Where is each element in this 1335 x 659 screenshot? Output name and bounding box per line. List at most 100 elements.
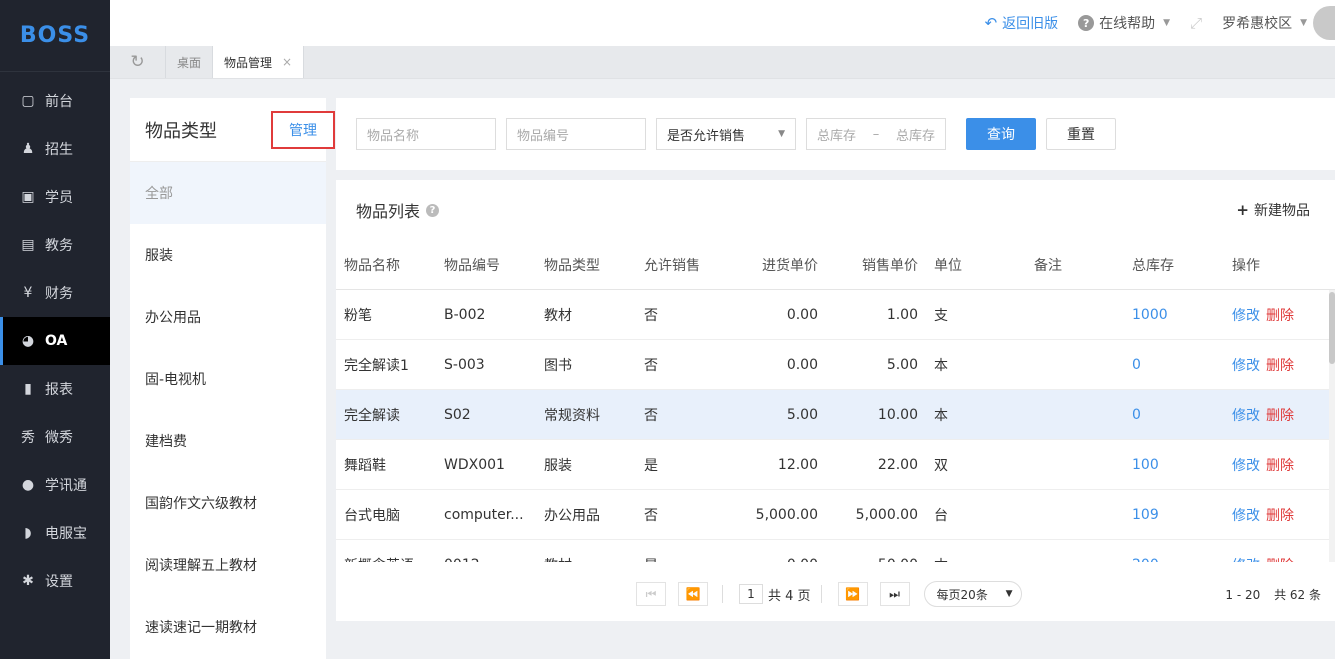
column-header: 物品编号 <box>444 257 500 274</box>
cell-sale: 是 <box>644 457 658 474</box>
page-number-input[interactable]: 1 <box>739 584 763 604</box>
top-header: ↶ 返回旧版 ? 在线帮助 ▼ ⤢ 罗希惠校区 ▼ <box>110 0 1335 46</box>
sidebar-item[interactable]: ▤ 教务 <box>0 221 110 269</box>
cell-stock[interactable]: 109 <box>1124 507 1224 523</box>
item-name-input[interactable]: 物品名称 <box>356 118 496 150</box>
prev-page-icon[interactable]: ⏪ <box>678 582 708 606</box>
allow-sale-select[interactable]: 是否允许销售 ▼ <box>656 118 796 150</box>
bar-chart-icon: ▮ <box>24 381 32 397</box>
sidebar-item[interactable]: ◕ OA <box>0 317 110 365</box>
last-page-icon[interactable]: ⏭ <box>879 582 910 606</box>
refresh-icon[interactable]: ↻ <box>110 46 166 78</box>
help-icon[interactable]: ? <box>426 203 440 217</box>
delete-link[interactable]: 删除 <box>1266 458 1294 474</box>
cell-stock[interactable]: 200 <box>1124 557 1224 563</box>
item-code-input[interactable]: 物品编号 <box>506 118 646 150</box>
reset-button[interactable]: 重置 <box>1046 118 1116 150</box>
cell-stock[interactable]: 1000 <box>1124 307 1224 323</box>
column-header: 总库存 <box>1132 257 1174 274</box>
column-header: 备注 <box>1034 257 1062 274</box>
table-header: 物品名称 物品编号 物品类型 允许销售 进货单价 销售单价 单位 备注 总库存 操作 <box>336 240 1335 290</box>
sidebar-item[interactable]: ◗ 电服宝 <box>0 509 110 557</box>
sidebar-item[interactable]: ● 学讯通 <box>0 461 110 509</box>
cell-actions: 修改删除 <box>1224 305 1324 325</box>
category-item[interactable]: 固-电视机 <box>130 348 326 410</box>
close-icon[interactable]: × <box>282 55 292 69</box>
delete-link[interactable]: 删除 <box>1266 308 1294 324</box>
avatar[interactable] <box>1313 6 1335 40</box>
first-page-icon[interactable]: ⏮ <box>636 582 666 606</box>
category-item[interactable]: 国韵作文六级教材 <box>130 472 326 534</box>
online-help-menu[interactable]: ? 在线帮助 ▼ <box>1078 13 1170 33</box>
id-card-icon: ▣ <box>21 189 35 205</box>
table-row[interactable]: 新概念英语0012教材是0.0050.00本 200 修改 删除 <box>336 540 1335 563</box>
edit-link[interactable]: 修改 <box>1232 408 1260 424</box>
new-item-button[interactable]: + 新建物品 <box>1236 200 1310 220</box>
column-header: 操作 <box>1232 257 1260 274</box>
table-row[interactable]: 粉笔 B-002 教材否 0.00 1.00 支 1000 修改 删除 <box>336 290 1335 340</box>
manage-button[interactable]: 管理 <box>271 110 335 149</box>
sidebar-item[interactable]: ▣ 学员 <box>0 173 110 221</box>
edit-link[interactable]: 修改 <box>1232 358 1260 374</box>
column-header: 物品类型 <box>544 257 600 274</box>
sidebar-item[interactable]: ▢ 前台 <box>0 77 110 125</box>
edit-link[interactable]: 修改 <box>1232 508 1260 524</box>
logo[interactable]: BOSS <box>0 0 110 72</box>
table-row[interactable]: 完全解读1 S-003 图书否 0.00 5.00 本 0 修改 删除 <box>336 340 1335 390</box>
back-old-version-label: 返回旧版 <box>1002 16 1059 32</box>
allow-sale-value: 是否允许销售 <box>667 128 746 144</box>
sidebar-item-label: 学员 <box>45 190 73 206</box>
cell-type: 服装 <box>544 457 572 474</box>
cell-cost: 5.00 <box>786 406 818 423</box>
cell-stock[interactable]: 100 <box>1124 457 1224 473</box>
back-old-version-link[interactable]: ↶ 返回旧版 <box>985 13 1059 33</box>
search-button[interactable]: 查询 <box>966 118 1036 150</box>
page-size-select[interactable]: 每页20条 ▼ <box>923 581 1022 607</box>
campus-selector[interactable]: 罗希惠校区 ▼ <box>1222 6 1335 40</box>
category-item[interactable]: 办公用品 <box>130 286 326 348</box>
table-row[interactable]: 完全解读 S02 常规资料否 5.00 10.00 本 0 修改 删除 <box>336 390 1335 440</box>
sidebar-item[interactable]: ¥ 财务 <box>0 269 110 317</box>
next-page-icon[interactable]: ⏩ <box>837 582 868 606</box>
tab-desktop[interactable]: 桌面 <box>166 46 214 78</box>
cell-stock[interactable]: 0 <box>1124 407 1224 423</box>
sidebar-item[interactable]: ✱ 设置 <box>0 557 110 605</box>
record-total: 共 62 条 <box>1274 587 1321 602</box>
expand-icon: ⤢ <box>1190 14 1203 32</box>
item-name-placeholder: 物品名称 <box>367 128 420 144</box>
cell-actions: 修改删除 <box>1224 455 1324 475</box>
sidebar-item[interactable]: ▮ 报表 <box>0 365 110 413</box>
category-list: 全部 服装 办公用品 固-电视机 建档费 国韵作文六级教材 阅读理解五上教材 速读速记一期教材 <box>130 162 326 658</box>
edit-link[interactable]: 修改 <box>1232 558 1260 563</box>
edit-link[interactable]: 修改 <box>1232 308 1260 324</box>
user-plus-icon: ♟ <box>21 141 35 157</box>
sidebar-item[interactable]: ♟ 招生 <box>0 125 110 173</box>
category-item[interactable]: 速读速记一期教材 <box>130 596 326 658</box>
category-item[interactable]: 全部 <box>130 162 326 224</box>
cell-price: 5,000.00 <box>855 506 918 523</box>
cell-name: 完全解读1 <box>344 357 409 374</box>
cell-code: computer... <box>444 506 524 523</box>
filter-bar: 物品名称 物品编号 是否允许销售 ▼ 总库存 – 总库存 查询 重置 <box>336 98 1335 170</box>
sidebar-item[interactable]: 秀微秀 <box>0 413 110 461</box>
scrollbar-thumb[interactable] <box>1329 292 1335 364</box>
stock-range-input[interactable]: 总库存 – 总库存 <box>806 118 946 150</box>
category-item[interactable]: 服装 <box>130 224 326 286</box>
cell-cost: 0.00 <box>786 356 818 373</box>
sidebar-item-label: 电服宝 <box>45 526 87 542</box>
table-row[interactable]: 台式电脑 computer... 办公用品 否 5,000.00 5,000.00 台 109… <box>336 490 1335 540</box>
delete-link[interactable]: 删除 <box>1266 358 1294 374</box>
tab-item-management[interactable]: 物品管理 × <box>213 46 305 78</box>
delete-link[interactable]: 删除 <box>1266 408 1294 424</box>
edit-link[interactable]: 修改 <box>1232 458 1260 474</box>
delete-link[interactable]: 删除 <box>1266 558 1294 563</box>
category-item[interactable]: 建档费 <box>130 410 326 472</box>
delete-link[interactable]: 删除 <box>1266 508 1294 524</box>
fullscreen-button[interactable]: ⤢ <box>1190 14 1202 32</box>
table-row[interactable]: 舞蹈鞋 WDX001 服装是 12.00 22.00 双 100 修改 删除 <box>336 440 1335 490</box>
cell-code: WDX001 <box>444 456 505 473</box>
category-item[interactable]: 阅读理解五上教材 <box>130 534 326 596</box>
scrollbar[interactable] <box>1329 290 1335 562</box>
item-list-panel: 物品列表 ? + 新建物品 物品名称 物品编号 物品类型 允许销售 进货单价 销售单价 单位… <box>336 180 1335 621</box>
cell-stock[interactable]: 0 <box>1124 357 1224 373</box>
